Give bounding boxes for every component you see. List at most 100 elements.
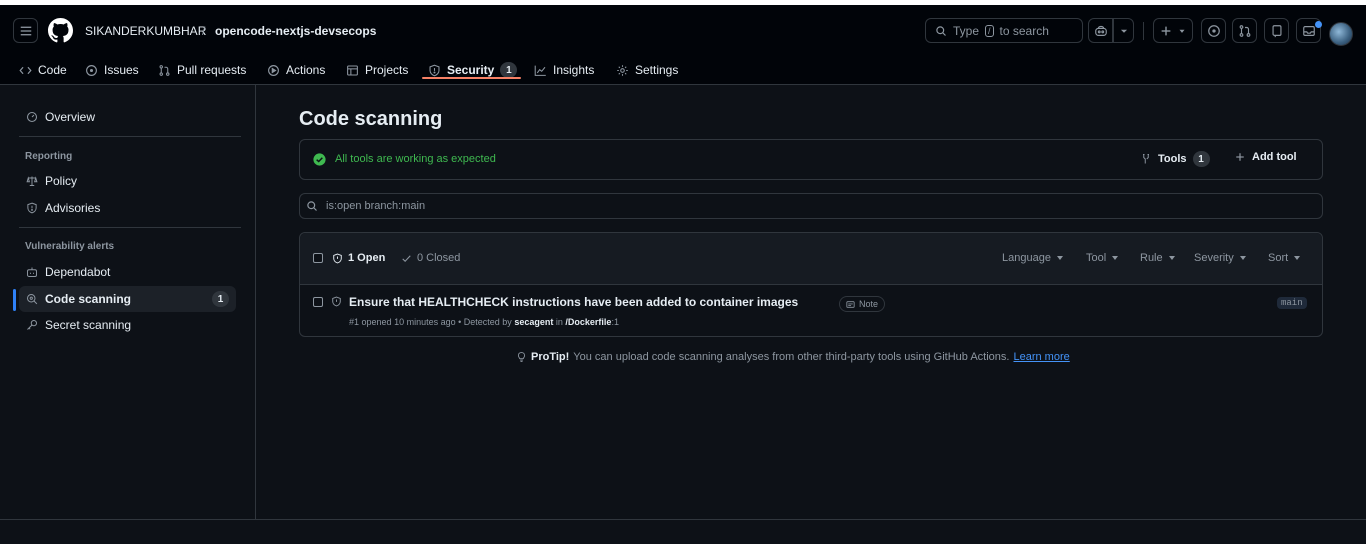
protip: ProTip! You can upload code scanning ana…: [516, 351, 1070, 363]
sort-dropdown[interactable]: Sort: [1268, 252, 1301, 264]
shield-icon: [429, 64, 440, 76]
issues-button[interactable]: [1201, 18, 1226, 43]
alert-in-word: in: [555, 317, 563, 327]
menu-button[interactable]: [13, 18, 38, 43]
rule-dropdown[interactable]: Rule: [1140, 252, 1175, 264]
sidebar-section-vulnerability-alerts: Vulnerability alerts: [25, 241, 115, 252]
language-dropdown-label: Language: [1002, 252, 1051, 264]
inbox-icon: [1302, 25, 1315, 36]
sidebar-section-reporting: Reporting: [25, 151, 73, 162]
github-logo-icon[interactable]: [48, 18, 73, 43]
alert-line: :1: [611, 317, 619, 327]
tools-icon: [1143, 154, 1149, 164]
rule-dropdown-label: Rule: [1140, 252, 1163, 264]
add-tool-button[interactable]: Add tool: [1234, 151, 1297, 163]
global-search-input[interactable]: Type / to search: [925, 18, 1083, 43]
tab-insights-label: Insights: [553, 63, 595, 77]
sort-dropdown-label: Sort: [1268, 252, 1289, 264]
issue-icon: [1207, 24, 1220, 37]
alert-branch-label: main: [1277, 297, 1307, 309]
pull-request-icon: [1239, 24, 1250, 37]
tab-actions[interactable]: Actions: [267, 55, 325, 85]
law-icon: [26, 176, 38, 186]
dependabot-icon: [27, 267, 37, 277]
tools-button[interactable]: Tools 1: [1140, 151, 1210, 167]
alert-path[interactable]: /Dockerfile: [565, 317, 611, 327]
severity-dropdown[interactable]: Severity: [1194, 252, 1246, 264]
tab-code-label: Code: [38, 63, 67, 77]
repositories-button[interactable]: [1264, 18, 1289, 43]
code-scan-icon: [27, 294, 38, 305]
protip-label: ProTip!: [531, 351, 570, 363]
sidebar-item-code-scanning[interactable]: Code scanning 1: [19, 286, 236, 312]
sidebar-item-advisories[interactable]: Advisories: [19, 195, 236, 221]
page-title: Code scanning: [299, 108, 443, 130]
search-icon: [936, 25, 946, 36]
alert-row-checkbox[interactable]: [313, 297, 323, 307]
chevron-down-icon: [1179, 29, 1185, 33]
user-avatar[interactable]: [1329, 22, 1353, 46]
tab-insights[interactable]: Insights: [534, 55, 594, 85]
alert-opened: opened 10 minutes ago: [361, 317, 456, 327]
alert-number: #1: [349, 317, 360, 327]
shield-icon: [27, 202, 37, 214]
tools-button-label: Tools: [1158, 153, 1187, 165]
sidebar-item-secret-scanning[interactable]: Secret scanning: [19, 312, 236, 338]
tool-dropdown-label: Tool: [1086, 252, 1107, 264]
select-all-checkbox[interactable]: [313, 253, 323, 263]
sidebar-item-dependabot-label: Dependabot: [45, 265, 111, 279]
shield-icon: [332, 296, 341, 307]
search-prefix: Type: [953, 23, 980, 38]
add-tool-label: Add tool: [1252, 151, 1297, 163]
alerts-list: 1 Open 0 Closed Language Tool Rule Sever…: [299, 232, 1323, 337]
alert-filter-value: is:open branch:main: [326, 200, 426, 212]
open-alerts-label: 1 Open: [348, 252, 386, 264]
security-sidebar: Overview Reporting Policy Advisories Vul…: [0, 85, 256, 519]
caret-down-icon: [1112, 256, 1119, 260]
hamburger-icon: [20, 26, 31, 35]
tab-security[interactable]: Security 1: [428, 55, 518, 85]
learn-more-link[interactable]: Learn more: [1013, 351, 1069, 363]
closed-alerts-label: 0 Closed: [417, 252, 461, 264]
check-icon: [402, 254, 411, 262]
light-bulb-icon: [517, 352, 526, 362]
severity-badge: Note: [839, 296, 886, 312]
sidebar-divider: [19, 136, 241, 137]
plus-icon: [1236, 153, 1244, 161]
copilot-menu-button[interactable]: [1113, 18, 1134, 43]
tab-code[interactable]: Code: [19, 55, 67, 85]
tab-issues-label: Issues: [104, 63, 139, 77]
create-new-button[interactable]: [1153, 18, 1193, 43]
gear-icon: [617, 64, 628, 76]
header-top-row: SIKANDERKUMBHAR / opencode-nextjs-devsec…: [0, 5, 1366, 55]
pull-requests-button[interactable]: [1232, 18, 1257, 43]
tab-pull-requests[interactable]: Pull requests: [158, 55, 246, 85]
sidebar-item-advisories-label: Advisories: [45, 201, 101, 215]
tab-issues[interactable]: Issues: [85, 55, 139, 85]
tool-status-text: All tools are working as expected: [335, 153, 496, 165]
footer: [0, 519, 1366, 544]
shield-icon: [333, 253, 342, 263]
caret-down-icon: [1294, 256, 1301, 260]
caret-down-icon: [1239, 256, 1246, 260]
alert-filter-input[interactable]: is:open branch:main: [299, 193, 1323, 219]
alert-title-link[interactable]: Ensure that HEALTHCHECK instructions hav…: [349, 295, 798, 309]
breadcrumb-owner[interactable]: SIKANDERKUMBHAR: [85, 23, 206, 39]
tools-count: 1: [1192, 151, 1210, 167]
tab-pull-requests-label: Pull requests: [177, 63, 247, 77]
tab-settings[interactable]: Settings: [616, 55, 678, 85]
alerts-list-header: 1 Open 0 Closed Language Tool Rule Sever…: [300, 233, 1322, 285]
tool-dropdown[interactable]: Tool: [1086, 252, 1119, 264]
tab-projects[interactable]: Projects: [346, 55, 408, 85]
open-alerts-filter[interactable]: 1 Open: [332, 252, 385, 264]
sidebar-item-code-scanning-count: 1: [212, 291, 229, 307]
closed-alerts-filter[interactable]: 0 Closed: [401, 252, 460, 264]
play-icon: [268, 64, 279, 76]
copilot-button[interactable]: [1088, 18, 1113, 43]
sidebar-item-dependabot[interactable]: Dependabot: [19, 259, 236, 285]
pull-request-icon: [159, 64, 170, 76]
sidebar-item-overview[interactable]: Overview: [19, 104, 236, 130]
language-dropdown[interactable]: Language: [1002, 252, 1063, 264]
sidebar-item-policy[interactable]: Policy: [19, 168, 236, 194]
breadcrumb-repo[interactable]: opencode-nextjs-devsecops: [215, 23, 376, 39]
